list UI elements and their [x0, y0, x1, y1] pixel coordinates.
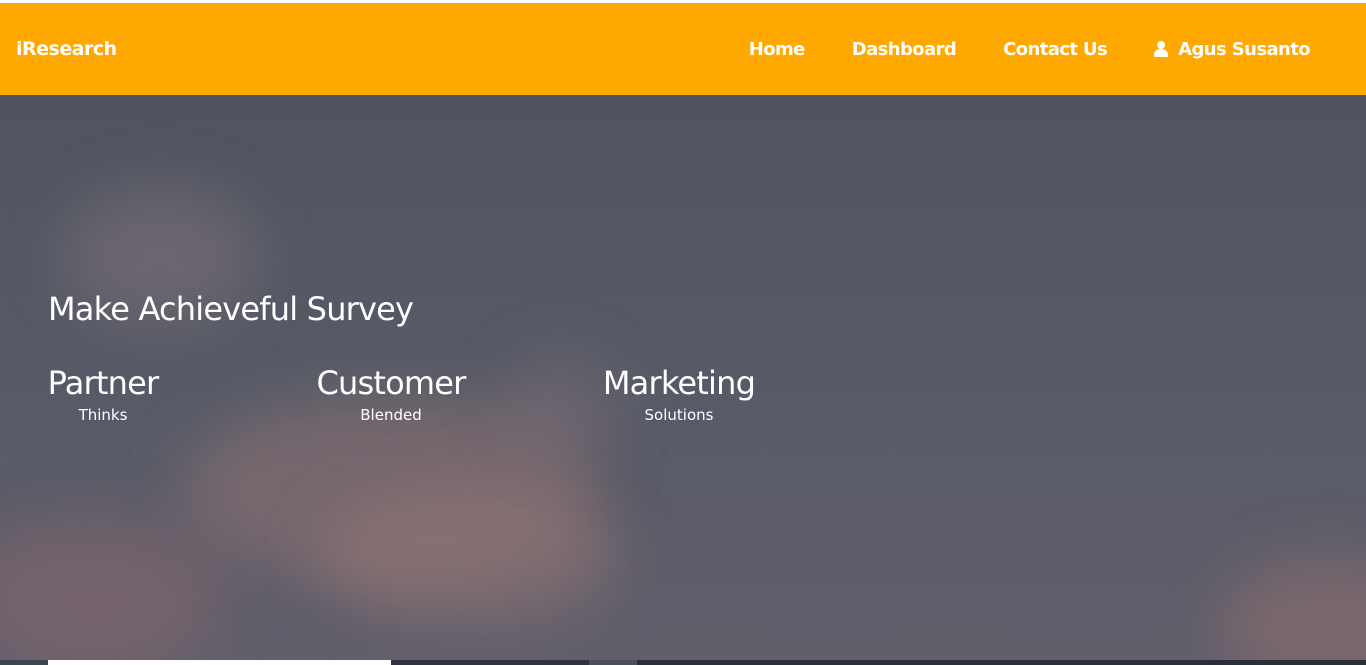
stat-caption: Thinks: [78, 406, 128, 424]
hero-title: Make Achieveful Survey: [48, 290, 414, 328]
next-section-edge: [589, 660, 637, 665]
stat-heading: Marketing: [602, 364, 756, 402]
navbar: iResearch Home Dashboard Contact Us Agus…: [0, 3, 1366, 95]
brand-logo[interactable]: iResearch: [16, 38, 117, 60]
stat-heading: Partner: [47, 364, 160, 402]
next-section-edge: [0, 660, 48, 665]
nav-contact-link[interactable]: Contact Us: [1003, 39, 1108, 60]
stat-customer: Customer Blended: [311, 363, 471, 426]
nav-home-link[interactable]: Home: [749, 39, 806, 60]
hero-section: Make Achieveful Survey Partner Thinks Cu…: [0, 95, 1366, 665]
main-nav: Home Dashboard Contact Us Agus Susanto: [749, 38, 1311, 60]
stat-heading: Customer: [316, 364, 466, 402]
stat-caption: Blended: [360, 406, 422, 424]
nav-dashboard-link[interactable]: Dashboard: [852, 39, 957, 60]
user-menu[interactable]: Agus Susanto: [1154, 38, 1311, 60]
next-section-edge: [391, 660, 589, 665]
hero-background-cloud: [320, 485, 620, 625]
user-name: Agus Susanto: [1178, 38, 1310, 60]
stat-marketing: Marketing Solutions: [600, 363, 758, 426]
user-icon: [1154, 41, 1169, 57]
stat-partner: Partner Thinks: [45, 363, 161, 426]
hero-background-cloud: [1220, 555, 1366, 665]
stat-caption: Solutions: [644, 406, 714, 424]
hero-background-cloud: [0, 515, 220, 665]
next-section-card-top: [48, 660, 391, 665]
next-section-edge: [637, 660, 1366, 665]
